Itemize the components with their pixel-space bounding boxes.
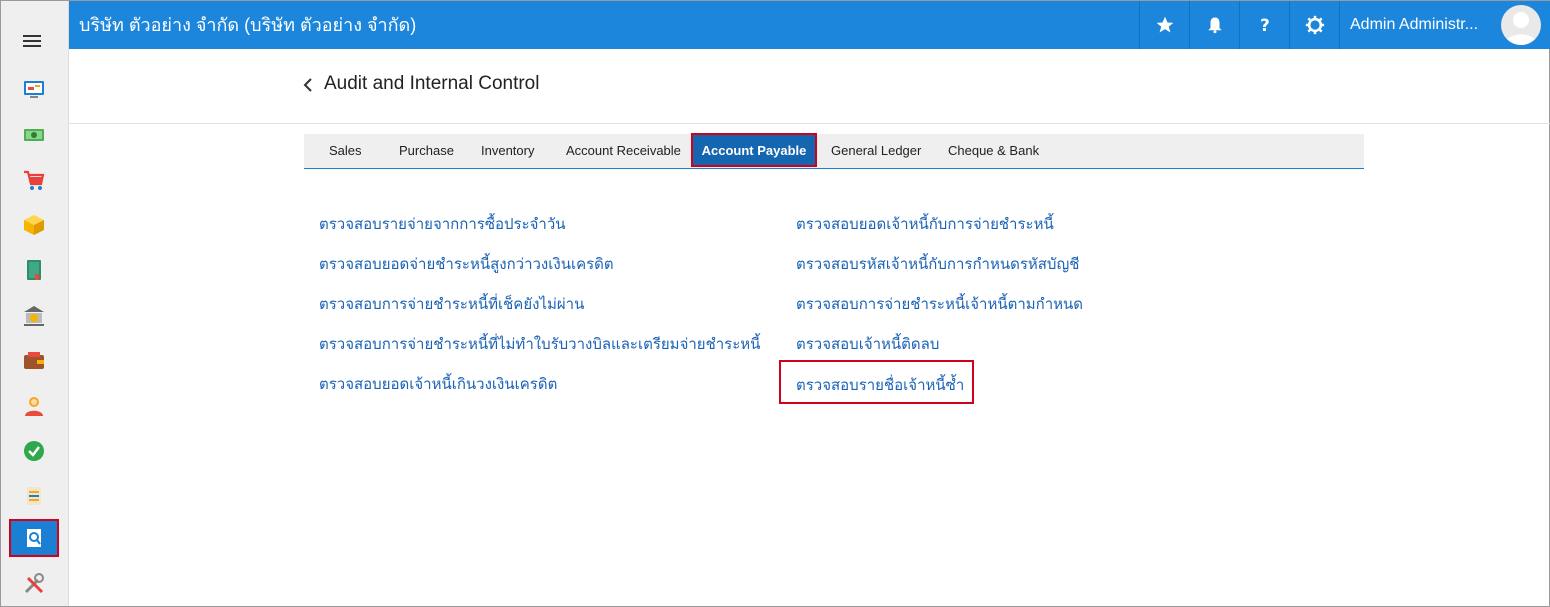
top-bar: บริษัท ตัวอย่าง จำกัด (บริษัท ตัวอย่าง จ… (69, 1, 1550, 49)
transfer-icon[interactable] (9, 477, 59, 515)
tab-purchase[interactable]: Purchase (399, 134, 454, 168)
back-arrow-icon[interactable] (301, 77, 315, 93)
svg-text:?: ? (1260, 16, 1270, 35)
money-icon[interactable] (9, 116, 59, 154)
user-name: Admin Administr... (1350, 16, 1479, 33)
report-link[interactable]: ตรวจสอบยอดเจ้าหนี้กับการจ่ายชำระหนี้ (796, 212, 1054, 236)
sidebar (1, 1, 69, 606)
box-icon[interactable] (9, 206, 59, 244)
people-icon[interactable] (9, 387, 59, 425)
report-link[interactable]: ตรวจสอบเจ้าหนี้ติดลบ (796, 332, 939, 356)
gear-icon[interactable] (1289, 1, 1339, 49)
menu-icon[interactable] (23, 34, 41, 48)
report-link[interactable]: ตรวจสอบการจ่ายชำระหนี้ที่ไม่ทำใบรับวางบิ… (319, 332, 760, 356)
report-link[interactable]: ตรวจสอบรหัสเจ้าหนี้กับการกำหนดรหัสบัญชี (796, 252, 1079, 276)
page-title: Audit and Internal Control (324, 73, 540, 94)
audit-icon[interactable] (9, 519, 59, 557)
report-link[interactable]: ตรวจสอบยอดจ่ายชำระหนี้สูงกว่าวงเงินเครดิ… (319, 252, 614, 276)
report-link[interactable]: ตรวจสอบรายจ่ายจากการซื้อประจำวัน (319, 212, 566, 236)
report-link-duplicate-creditor[interactable]: ตรวจสอบรายชื่อเจ้าหนี้ซ้ำ (796, 373, 964, 397)
dashboard-icon[interactable] (9, 70, 59, 108)
wallet-icon[interactable] (9, 342, 59, 380)
report-link[interactable]: ตรวจสอบการจ่ายชำระหนี้เจ้าหนี้ตามกำหนด (796, 292, 1083, 316)
user-menu[interactable]: Admin Administr... (1339, 1, 1550, 49)
question-icon[interactable]: ? (1239, 1, 1289, 49)
tab-account-receivable[interactable]: Account Receivable (566, 134, 681, 168)
avatar[interactable] (1501, 5, 1541, 45)
bell-icon[interactable] (1189, 1, 1239, 49)
tab-inventory[interactable]: Inventory (481, 134, 534, 168)
tab-cheque-bank[interactable]: Cheque & Bank (948, 134, 1039, 168)
page-header: Audit and Internal Control (69, 49, 1550, 124)
tab-account-payable[interactable]: Account Payable (691, 133, 817, 167)
book-icon[interactable] (9, 251, 59, 289)
star-icon[interactable] (1139, 1, 1189, 49)
bank-icon[interactable] (9, 297, 59, 335)
tab-general-ledger[interactable]: General Ledger (831, 134, 921, 168)
cart-icon[interactable] (9, 161, 59, 199)
tools-icon[interactable] (9, 565, 59, 603)
company-name: บริษัท ตัวอย่าง จำกัด (บริษัท ตัวอย่าง จ… (79, 15, 417, 35)
tab-sales[interactable]: Sales (329, 134, 362, 168)
report-link[interactable]: ตรวจสอบการจ่ายชำระหนี้ที่เช็คยังไม่ผ่าน (319, 292, 584, 316)
report-link[interactable]: ตรวจสอบยอดเจ้าหนี้เกินวงเงินเครดิต (319, 372, 557, 396)
module-tabs: Sales Purchase Inventory Account Receiva… (304, 133, 1364, 169)
check-icon[interactable] (9, 432, 59, 470)
